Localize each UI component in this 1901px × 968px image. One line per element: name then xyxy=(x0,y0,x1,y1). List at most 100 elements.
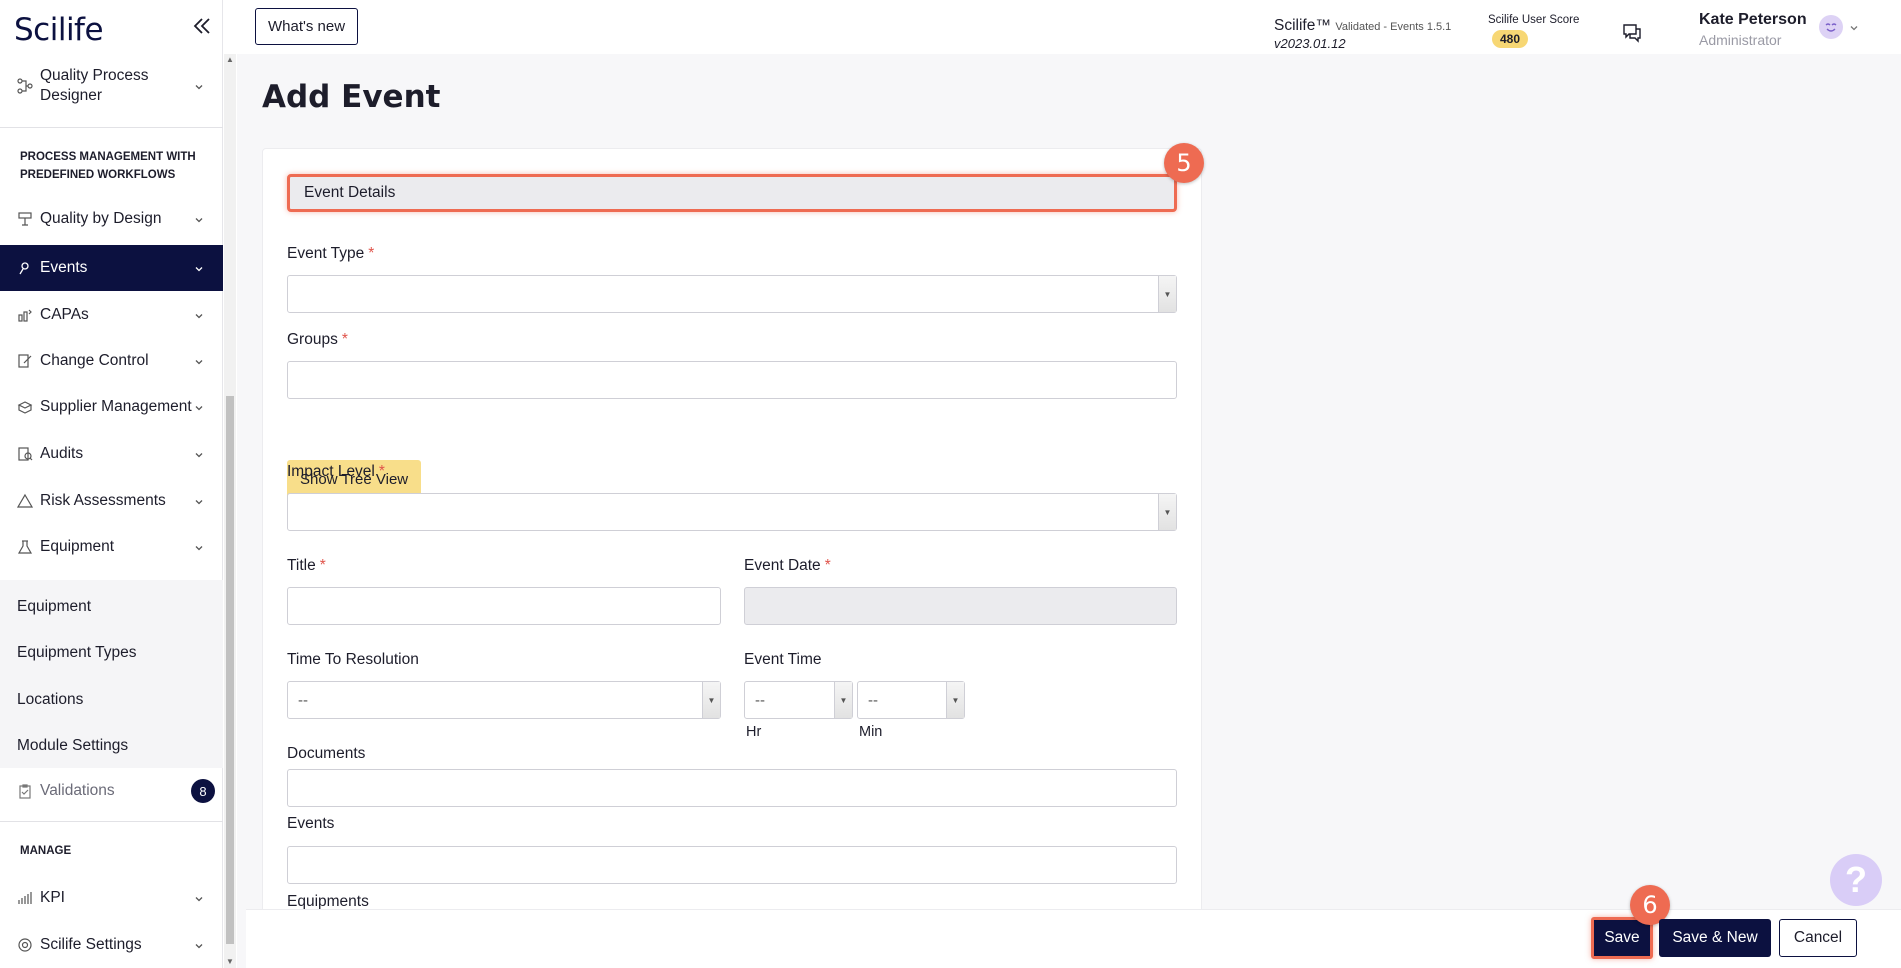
cancel-button[interactable]: Cancel xyxy=(1779,919,1857,957)
clipboard-icon xyxy=(17,783,33,799)
scrollbar-thumb[interactable] xyxy=(226,396,234,944)
audit-icon xyxy=(17,446,33,462)
event-form-card: Event Details 5 Event Type * ▼ Groups * Sh… xyxy=(262,143,1204,968)
flask-icon xyxy=(17,539,33,555)
settings-icon xyxy=(17,937,33,953)
sidebar-item-risk-assessments[interactable]: Risk Assessments xyxy=(0,482,223,520)
bar-chart-icon xyxy=(17,890,33,906)
user-score-label: Scilife User Score xyxy=(1488,14,1580,26)
documents-input[interactable] xyxy=(287,769,1177,807)
warning-icon xyxy=(17,493,33,509)
feedback-chat-icon[interactable] xyxy=(1621,22,1643,44)
workflow-icon xyxy=(17,78,33,94)
scroll-up-icon[interactable]: ▲ xyxy=(224,54,236,66)
page-title: Add Event xyxy=(262,79,441,115)
sidebar-scrollbar[interactable]: ▲ ▼ xyxy=(224,54,236,968)
scilife-logo[interactable]: Scilife xyxy=(14,12,104,48)
sidebar-item-capas[interactable]: CAPAs xyxy=(0,296,223,334)
documents-label: Documents xyxy=(287,745,366,762)
event-date-input[interactable] xyxy=(744,587,1177,625)
sidebar-item-label: Change Control xyxy=(40,352,149,369)
sidebar-item-kpi[interactable]: KPI xyxy=(0,879,223,917)
dropdown-arrow-icon: ▼ xyxy=(1158,276,1176,312)
title-label: Title * xyxy=(287,557,326,574)
save-and-new-button[interactable]: Save & New xyxy=(1659,919,1771,957)
sidebar-section-process-management: PROCESS MANAGEMENT WITH PREDEFINED WORKF… xyxy=(20,151,196,181)
impact-level-label: Impact Level * xyxy=(287,463,385,480)
change-icon xyxy=(17,353,33,369)
sidebar-item-label: CAPAs xyxy=(40,306,89,323)
events-input[interactable] xyxy=(287,846,1177,884)
sidebar-item-label: Validations xyxy=(40,782,115,799)
step-5-annotation: 5 xyxy=(1164,143,1204,183)
event-details-section-header[interactable]: Event Details xyxy=(287,174,1177,212)
top-bar: What's new Scilife™ Validated - Events 1… xyxy=(237,0,1901,54)
sidebar-divider xyxy=(0,127,223,128)
selected-value: -- xyxy=(755,691,765,709)
chevron-down-icon xyxy=(193,355,205,367)
scroll-down-icon[interactable]: ▼ xyxy=(224,956,236,968)
main-content: Add Event Event Details 5 Event Type * ▼ … xyxy=(237,54,1901,968)
chevron-down-icon xyxy=(193,401,205,413)
event-time-label: Event Time xyxy=(744,651,822,668)
event-minute-select[interactable]: -- ▼ xyxy=(857,681,965,719)
sidebar-nav: Quality Process Designer PROCESS MANAGEM… xyxy=(0,54,223,968)
capa-icon xyxy=(17,307,33,323)
sidebar-item-supplier-management[interactable]: Supplier Management xyxy=(0,388,223,426)
whats-new-button[interactable]: What's new xyxy=(255,8,359,45)
event-date-label: Event Date * xyxy=(744,557,831,574)
sidebar-item-quality-by-design[interactable]: Quality by Design xyxy=(0,200,223,238)
sidebar-item-validations[interactable]: Validations 8 xyxy=(0,768,223,814)
dropdown-arrow-icon: ▼ xyxy=(946,682,964,718)
time-to-resolution-select[interactable]: -- ▼ xyxy=(287,681,721,719)
sidebar-item-change-control[interactable]: Change Control xyxy=(0,342,223,380)
title-input[interactable] xyxy=(287,587,721,625)
submenu-item-equipment-types[interactable]: Equipment Types xyxy=(17,644,136,662)
submenu-item-equipment[interactable]: Equipment xyxy=(17,598,91,616)
version-number: v2023.01.12 xyxy=(1274,36,1346,51)
sidebar-item-equipment[interactable]: Equipment xyxy=(0,528,223,566)
groups-input[interactable] xyxy=(287,361,1177,399)
help-icon[interactable]: ? xyxy=(1830,854,1882,906)
user-info[interactable]: Kate Peterson Administrator xyxy=(1699,11,1807,48)
avatar[interactable] xyxy=(1819,15,1843,39)
sidebar-item-label: Quality by Design xyxy=(40,210,162,227)
submenu-item-locations[interactable]: Locations xyxy=(17,691,83,709)
sidebar-item-events[interactable]: Events xyxy=(0,245,223,291)
sidebar-section-manage: MANAGE xyxy=(20,845,72,857)
sidebar-divider xyxy=(0,821,223,822)
impact-level-select[interactable]: ▼ xyxy=(287,493,1177,531)
event-hour-select[interactable]: -- ▼ xyxy=(744,681,853,719)
design-icon xyxy=(17,211,33,227)
brand-name: Scilife™ xyxy=(1274,17,1331,34)
chevron-down-icon xyxy=(193,262,205,274)
validations-count-badge: 8 xyxy=(191,779,215,803)
user-score-badge: 480 xyxy=(1492,30,1529,48)
collapse-sidebar-icon[interactable] xyxy=(190,14,214,38)
chevron-down-icon[interactable] xyxy=(1848,21,1860,33)
sidebar-item-audits[interactable]: Audits xyxy=(0,435,223,473)
user-score: Scilife User Score 480 xyxy=(1488,14,1579,48)
user-name: Kate Peterson xyxy=(1699,11,1807,28)
minute-label: Min xyxy=(859,724,883,740)
sidebar-item-label: Quality Process Designer xyxy=(40,67,149,104)
groups-label: Groups * xyxy=(287,331,348,348)
sidebar-item-label: Risk Assessments xyxy=(40,492,166,509)
selected-value: -- xyxy=(298,691,308,709)
sidebar-item-quality-process-designer[interactable]: Quality Process Designer xyxy=(0,58,223,114)
dropdown-arrow-icon: ▼ xyxy=(834,682,852,718)
sidebar-item-label: Equipment xyxy=(40,538,115,555)
chevron-down-icon xyxy=(193,892,205,904)
supplier-icon xyxy=(17,399,33,415)
submenu-item-module-settings[interactable]: Module Settings xyxy=(17,737,128,755)
sidebar-item-label: Scilife Settings xyxy=(40,936,142,953)
chevron-down-icon xyxy=(193,309,205,321)
dropdown-arrow-icon: ▼ xyxy=(1158,494,1176,530)
selected-value: -- xyxy=(868,691,878,709)
event-type-select[interactable]: ▼ xyxy=(287,275,1177,313)
chevron-down-icon xyxy=(193,541,205,553)
sidebar-item-label: Audits xyxy=(40,445,84,462)
events-label: Events xyxy=(287,815,335,832)
sidebar-item-scilife-settings[interactable]: Scilife Settings xyxy=(0,926,223,964)
user-role: Administrator xyxy=(1699,32,1782,48)
